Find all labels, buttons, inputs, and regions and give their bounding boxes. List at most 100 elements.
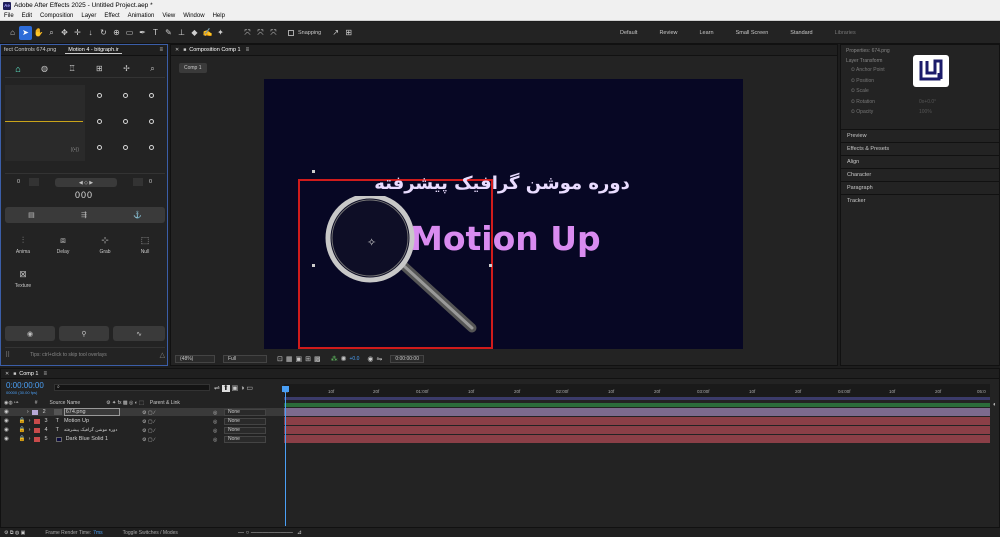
timeline-tab[interactable]: Comp 1 (16, 371, 41, 377)
pan-behind-tool-icon[interactable]: ⊕ (110, 26, 123, 40)
region-icon[interactable]: ⊡ (277, 355, 283, 363)
workspace-standard[interactable]: Standard (790, 30, 812, 36)
lock-icon[interactable]: 🔒 (19, 418, 26, 424)
clone-stamp-tool-icon[interactable]: ⊥ (175, 26, 188, 40)
zoom-in-icon[interactable]: ⊿ (297, 529, 302, 536)
eraser-tool-icon[interactable]: ◆ (188, 26, 201, 40)
section-paragraph[interactable]: Paragraph (841, 181, 999, 194)
anchor-top-right[interactable] (149, 93, 154, 98)
comp-tab[interactable]: Comp 1 (179, 63, 207, 73)
tool-grab[interactable]: ⊹ Grab (87, 235, 123, 255)
motion-move-icon[interactable]: ✢ (123, 64, 130, 73)
pickwhip-icon[interactable]: ◎ (213, 418, 217, 427)
visibility-eye-icon[interactable]: ◉ (4, 418, 9, 424)
prop-opacity[interactable]: ⏲ Opacity 100% (851, 107, 999, 118)
workspace-libraries[interactable]: Libraries (835, 30, 856, 36)
anchor-icon[interactable]: ⚓ (133, 211, 142, 219)
curve-button[interactable]: ∿ (113, 326, 165, 341)
visibility-eye-icon[interactable]: ◉ (4, 436, 9, 442)
anchor-top-center[interactable] (123, 93, 128, 98)
counter-left[interactable]: 0 (17, 179, 20, 185)
section-tracker[interactable]: Tracker (841, 194, 999, 207)
zoom-select[interactable]: (48%) (175, 354, 215, 363)
layer-name[interactable]: دوره موشن گرافیک پیشرفته (64, 428, 117, 433)
exposure-icon[interactable]: ✺ (341, 355, 347, 363)
lock-icon[interactable]: 🔒 (19, 427, 26, 433)
anchor-middle-left[interactable] (97, 119, 102, 124)
eye-button[interactable]: ◉ (5, 326, 55, 341)
easing-curve-graph[interactable]: ((•)) (5, 85, 85, 161)
time-navigator-end-icon[interactable]: ◐ (993, 402, 997, 408)
workspace-review[interactable]: Review (659, 30, 677, 36)
label-color-swatch[interactable] (33, 427, 40, 433)
layer-switch-row[interactable]: ⚙ ▢ ∕ (142, 418, 155, 427)
tab-effect-controls[interactable]: fect Controls 674.png (1, 47, 59, 53)
anchor-bottom-center[interactable] (123, 145, 128, 150)
twirl-arrow-icon[interactable]: › (27, 409, 29, 415)
grid-icon[interactable]: ⊞ (305, 355, 311, 363)
timeline-close-icon[interactable]: ✕ (5, 371, 9, 377)
composition-close-icon[interactable]: ✕ (175, 47, 179, 53)
rotation-tool-icon[interactable]: ↻ (97, 26, 110, 40)
tab-motion[interactable]: Motion 4 - bitgraph.ir (65, 47, 122, 54)
anchor-middle-right[interactable] (149, 119, 154, 124)
puppet-tool-icon[interactable]: ✦ (214, 26, 227, 40)
timeline-search-input[interactable]: ⌕ (54, 384, 210, 391)
counter-left-stepper[interactable] (29, 178, 39, 186)
comp-flowchart-icon[interactable]: ⇌ (214, 385, 222, 392)
shape-tool-icon[interactable]: ▭ (123, 26, 136, 40)
menu-window[interactable]: Window (179, 13, 208, 19)
layer-name[interactable]: 674.png (63, 408, 120, 416)
snap-option-icon[interactable]: ↗ (329, 26, 342, 40)
roto-brush-tool-icon[interactable]: ✍ (201, 26, 214, 40)
track-bar-top[interactable] (284, 403, 990, 407)
zoom-slider[interactable]: — ○ ——————— (238, 530, 293, 536)
workspace-default[interactable]: Default (620, 30, 637, 36)
menu-animation[interactable]: Animation (124, 13, 159, 19)
selection-tool-icon[interactable]: ➤ (19, 25, 32, 40)
anchor-bottom-right[interactable] (149, 145, 154, 150)
timeline-timecode[interactable]: 0:00:00:00 (6, 381, 44, 390)
menu-file[interactable]: File (0, 13, 18, 19)
motion-search-icon[interactable]: ⌕ (150, 64, 154, 74)
label-color-swatch[interactable] (31, 409, 38, 415)
motion-grid-icon[interactable]: ⊞ (96, 64, 103, 73)
layer-handle-bottom-left[interactable] (312, 264, 315, 267)
motion-blur-icon[interactable]: ◑ (240, 385, 244, 392)
prop-rotation[interactable]: ⏲ Rotation 0x+0.0° (851, 97, 999, 108)
tool-null[interactable]: ⬚ Null (127, 235, 163, 255)
orbit-tool-icon[interactable]: ✥ (58, 26, 71, 40)
graph-editor-icon[interactable]: ▭ (246, 385, 253, 392)
settings-icon[interactable]: ⠿ (5, 351, 10, 359)
menu-layer[interactable]: Layer (77, 13, 100, 19)
twirl-arrow-icon[interactable]: › (29, 436, 31, 442)
twirl-arrow-icon[interactable]: › (29, 418, 31, 424)
track-bar-layer-4[interactable] (284, 426, 990, 434)
zoom-tool-icon[interactable]: ⌕ (45, 26, 58, 40)
twirl-arrow-icon[interactable]: › (29, 427, 31, 433)
work-area-bar[interactable] (284, 397, 990, 400)
brush-tool-icon[interactable]: ✎ (162, 26, 175, 40)
align-left-icon[interactable]: ▤ (28, 211, 35, 219)
pickwhip-icon[interactable]: ◎ (213, 409, 217, 418)
column-source-name[interactable]: Source Name (50, 400, 81, 406)
layer-handle-bottom-right[interactable] (489, 264, 492, 267)
footer-toggle-icons[interactable]: ⚙ ⧉ ◍ ▣ (4, 530, 25, 536)
align-distribute-icon[interactable]: ⇶ (81, 211, 87, 219)
visibility-eye-icon[interactable]: ◉ (4, 427, 9, 433)
home-icon[interactable]: ⌂ (6, 26, 19, 40)
layer-handle-top-left[interactable] (312, 170, 315, 173)
hand-tool-icon[interactable]: ✋ (32, 26, 45, 40)
workspace-small-screen[interactable]: Small Screen (736, 30, 769, 36)
composition-menu-icon[interactable]: ≡ (246, 47, 250, 53)
exposure-value[interactable]: +0.0 (350, 356, 360, 362)
composition-panel-title[interactable]: Composition Comp 1 (186, 47, 243, 53)
layer-switch-row[interactable]: ⚙ ▢ ∕ (142, 409, 155, 418)
show-snapshot-icon[interactable]: ⇋ (376, 355, 382, 363)
axis-view-icon[interactable]: ⤧ (267, 26, 280, 40)
layer-switch-row[interactable]: ⚙ ▢ ∕ (142, 427, 155, 436)
snapping-checkbox[interactable] (288, 29, 294, 36)
panel-menu-icon[interactable]: ≡ (159, 47, 163, 53)
keyframe-nav[interactable]: ◀ ◇ ▶ (55, 178, 117, 187)
pen-tool-icon[interactable]: ✒ (136, 26, 149, 40)
